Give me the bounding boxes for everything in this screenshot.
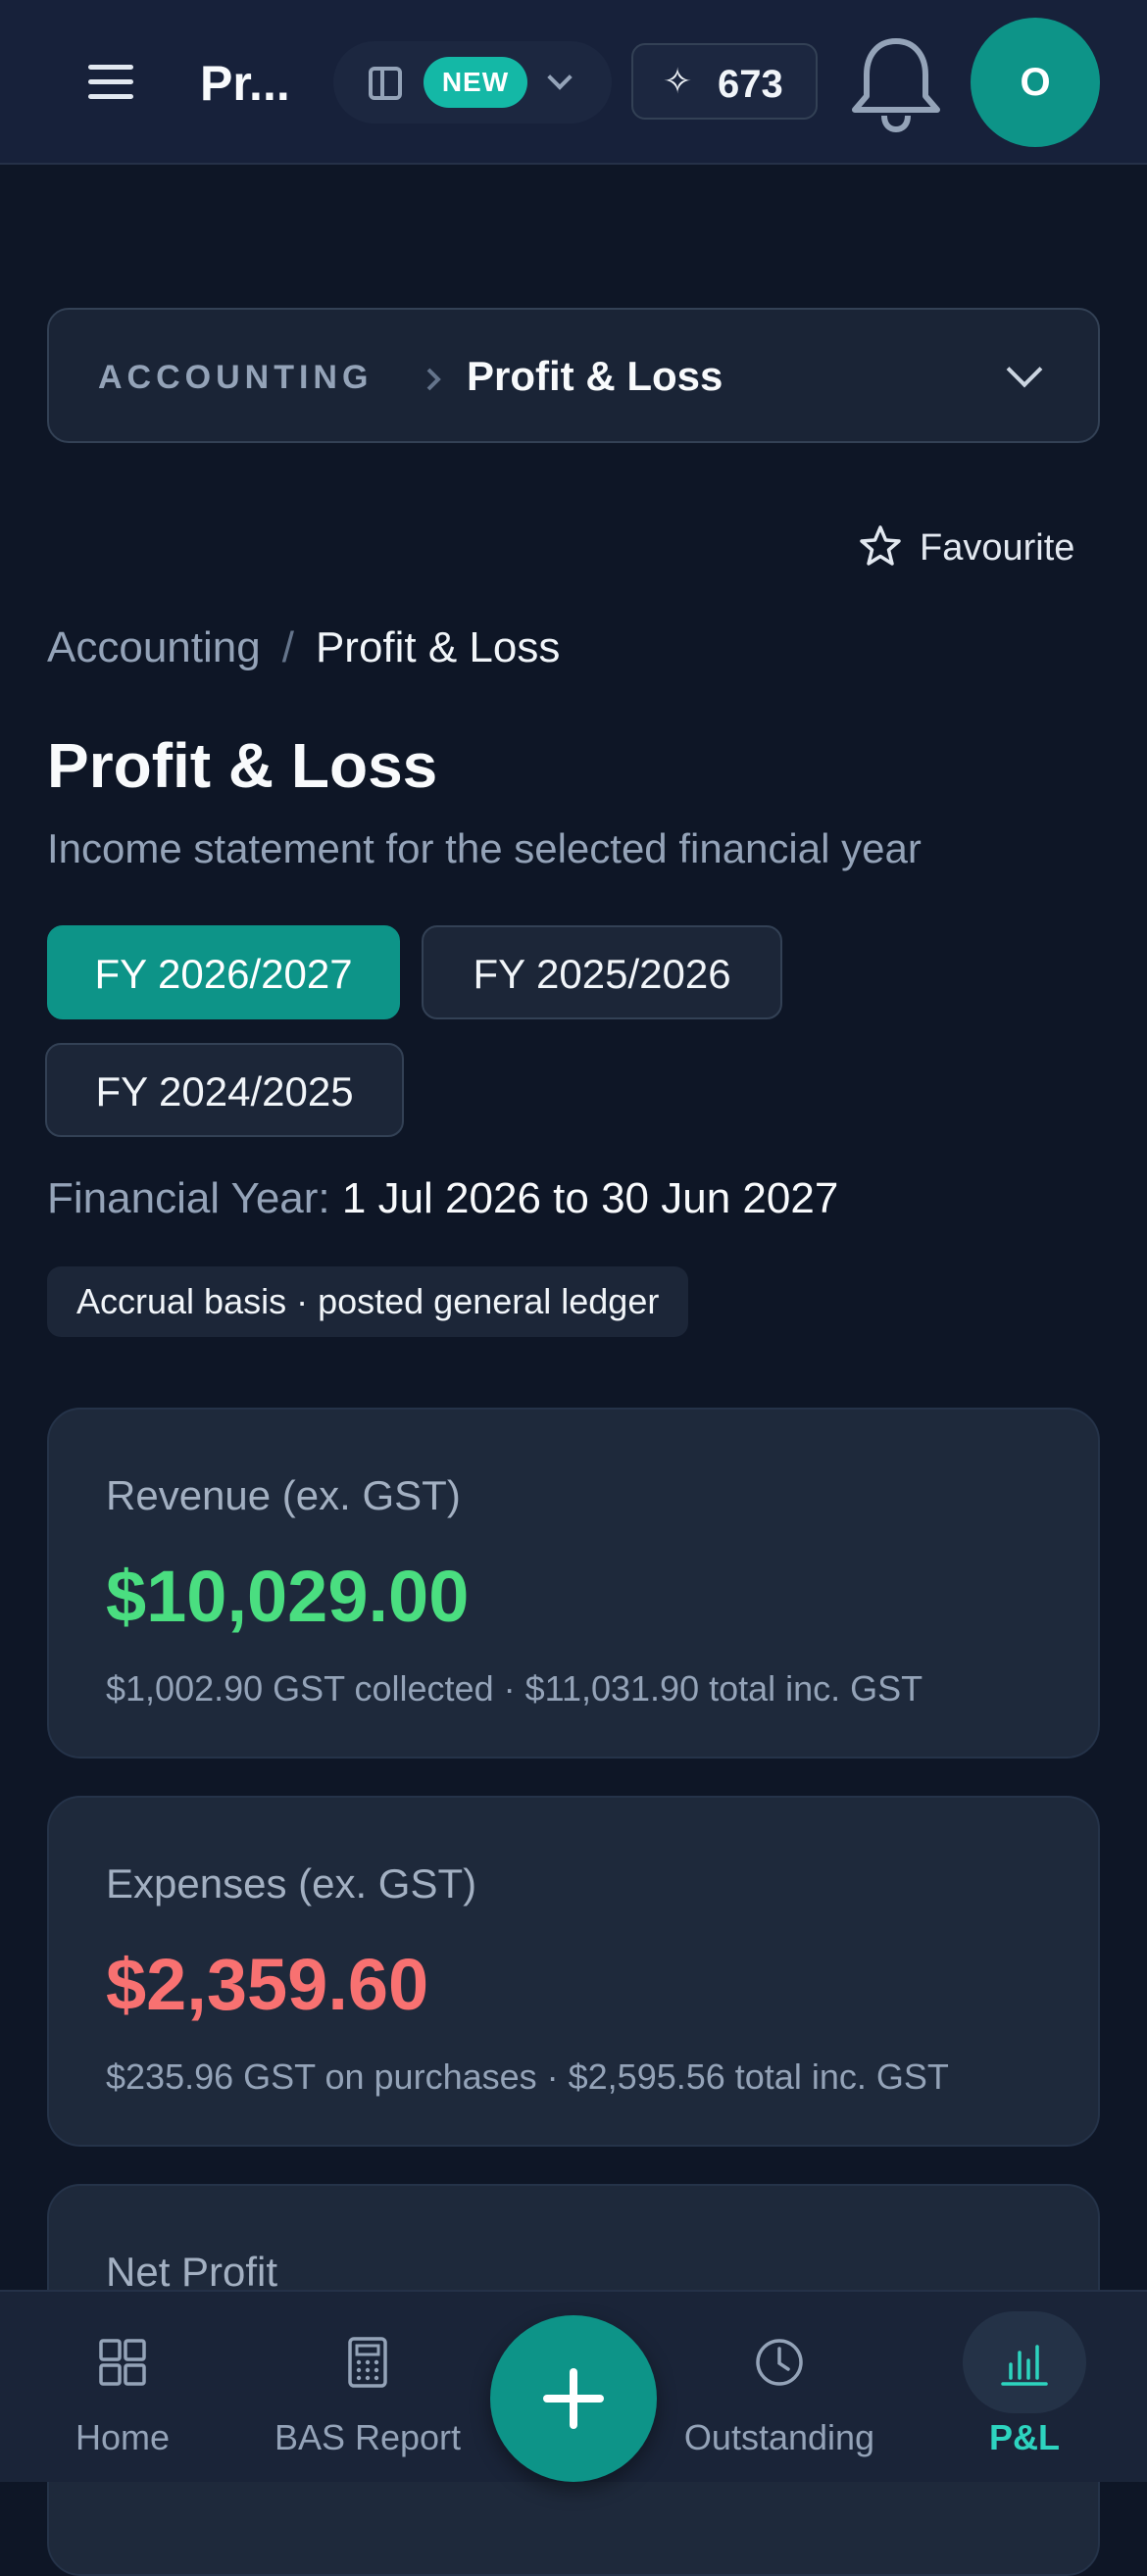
avatar[interactable]: O: [971, 18, 1100, 147]
bar-chart-icon: [1001, 2345, 1048, 2386]
top-bar: Pr... NEW ✧ 673 O: [0, 0, 1147, 165]
grid-icon: [99, 2339, 146, 2386]
sparkle-icon: ✧: [663, 61, 693, 101]
favourite-label: Favourite: [920, 527, 1075, 569]
financial-year-value: 1 Jul 2026 to 30 Jun 2027: [341, 1174, 839, 1222]
nav-outstanding[interactable]: Outstanding: [676, 2292, 882, 2484]
chevron-down-icon: [547, 65, 573, 90]
nav-home-label: Home: [75, 2417, 171, 2457]
calculator-icon: [348, 2337, 387, 2388]
nav-bas-report[interactable]: BAS Report: [265, 2292, 471, 2484]
new-badge: NEW: [424, 57, 527, 108]
page-title: Profit & Loss: [47, 730, 438, 801]
menu-icon-line: [88, 65, 133, 70]
breadcrumb-current: Profit & Loss: [315, 623, 561, 671]
credits-button[interactable]: ✧ 673: [631, 43, 818, 120]
revenue-card: Revenue (ex. GST) $10,029.00 $1,002.90 G…: [47, 1408, 1100, 1759]
expenses-label: Expenses (ex. GST): [106, 1860, 477, 1907]
add-button[interactable]: [490, 2315, 657, 2482]
plus-icon: [570, 2368, 577, 2429]
net-profit-label: Net Profit: [106, 2249, 278, 2295]
fy-2024-2025-button[interactable]: FY 2024/2025: [45, 1043, 404, 1137]
breadcrumb: Accounting / Profit & Loss: [47, 623, 560, 672]
expenses-note: $235.96 GST on purchases · $2,595.56 tot…: [106, 2056, 949, 2097]
nav-home[interactable]: Home: [39, 2292, 206, 2484]
layout-icon: [369, 67, 402, 100]
nav-pl-label: P&L: [989, 2417, 1060, 2457]
nav-pl[interactable]: P&L: [941, 2292, 1108, 2484]
section-page-label: Profit & Loss: [467, 353, 723, 399]
credits-count: 673: [718, 63, 783, 106]
revenue-amount: $10,029.00: [106, 1556, 470, 1637]
fy-2025-2026-button[interactable]: FY 2025/2026: [422, 925, 782, 1019]
revenue-note: $1,002.90 GST collected · $11,031.90 tot…: [106, 1668, 923, 1709]
expenses-card: Expenses (ex. GST) $2,359.60 $235.96 GST…: [47, 1796, 1100, 2147]
chevron-right-icon: [426, 368, 441, 391]
breadcrumb-accounting-link[interactable]: Accounting: [47, 623, 261, 671]
expenses-amount: $2,359.60: [106, 1944, 429, 2025]
menu-icon-line: [88, 79, 133, 84]
menu-icon-line: [88, 94, 133, 99]
financial-year-range: Financial Year: 1 Jul 2026 to 30 Jun 202…: [47, 1174, 838, 1223]
basis-pill: Accrual basis · posted general ledger: [47, 1266, 689, 1337]
nav-bas-report-label: BAS Report: [274, 2417, 462, 2457]
page-subtitle: Income statement for the selected financ…: [47, 825, 922, 871]
section-label: ACCOUNTING: [98, 359, 374, 396]
fy-2026-2027-button[interactable]: FY 2026/2027: [47, 925, 400, 1019]
star-icon: [860, 525, 901, 566]
menu-button[interactable]: [78, 57, 143, 106]
financial-year-label: Financial Year:: [47, 1174, 330, 1222]
breadcrumb-separator: /: [281, 623, 294, 671]
chevron-down-icon: [1006, 351, 1043, 388]
revenue-label: Revenue (ex. GST): [106, 1472, 461, 1518]
section-selector[interactable]: ACCOUNTING Profit & Loss: [47, 308, 1100, 443]
notifications-bell-icon[interactable]: [841, 27, 951, 137]
app-title: Pr...: [200, 56, 290, 111]
nav-outstanding-label: Outstanding: [683, 2417, 875, 2457]
workspace-switcher[interactable]: NEW: [333, 41, 612, 124]
clock-icon: [756, 2339, 803, 2386]
